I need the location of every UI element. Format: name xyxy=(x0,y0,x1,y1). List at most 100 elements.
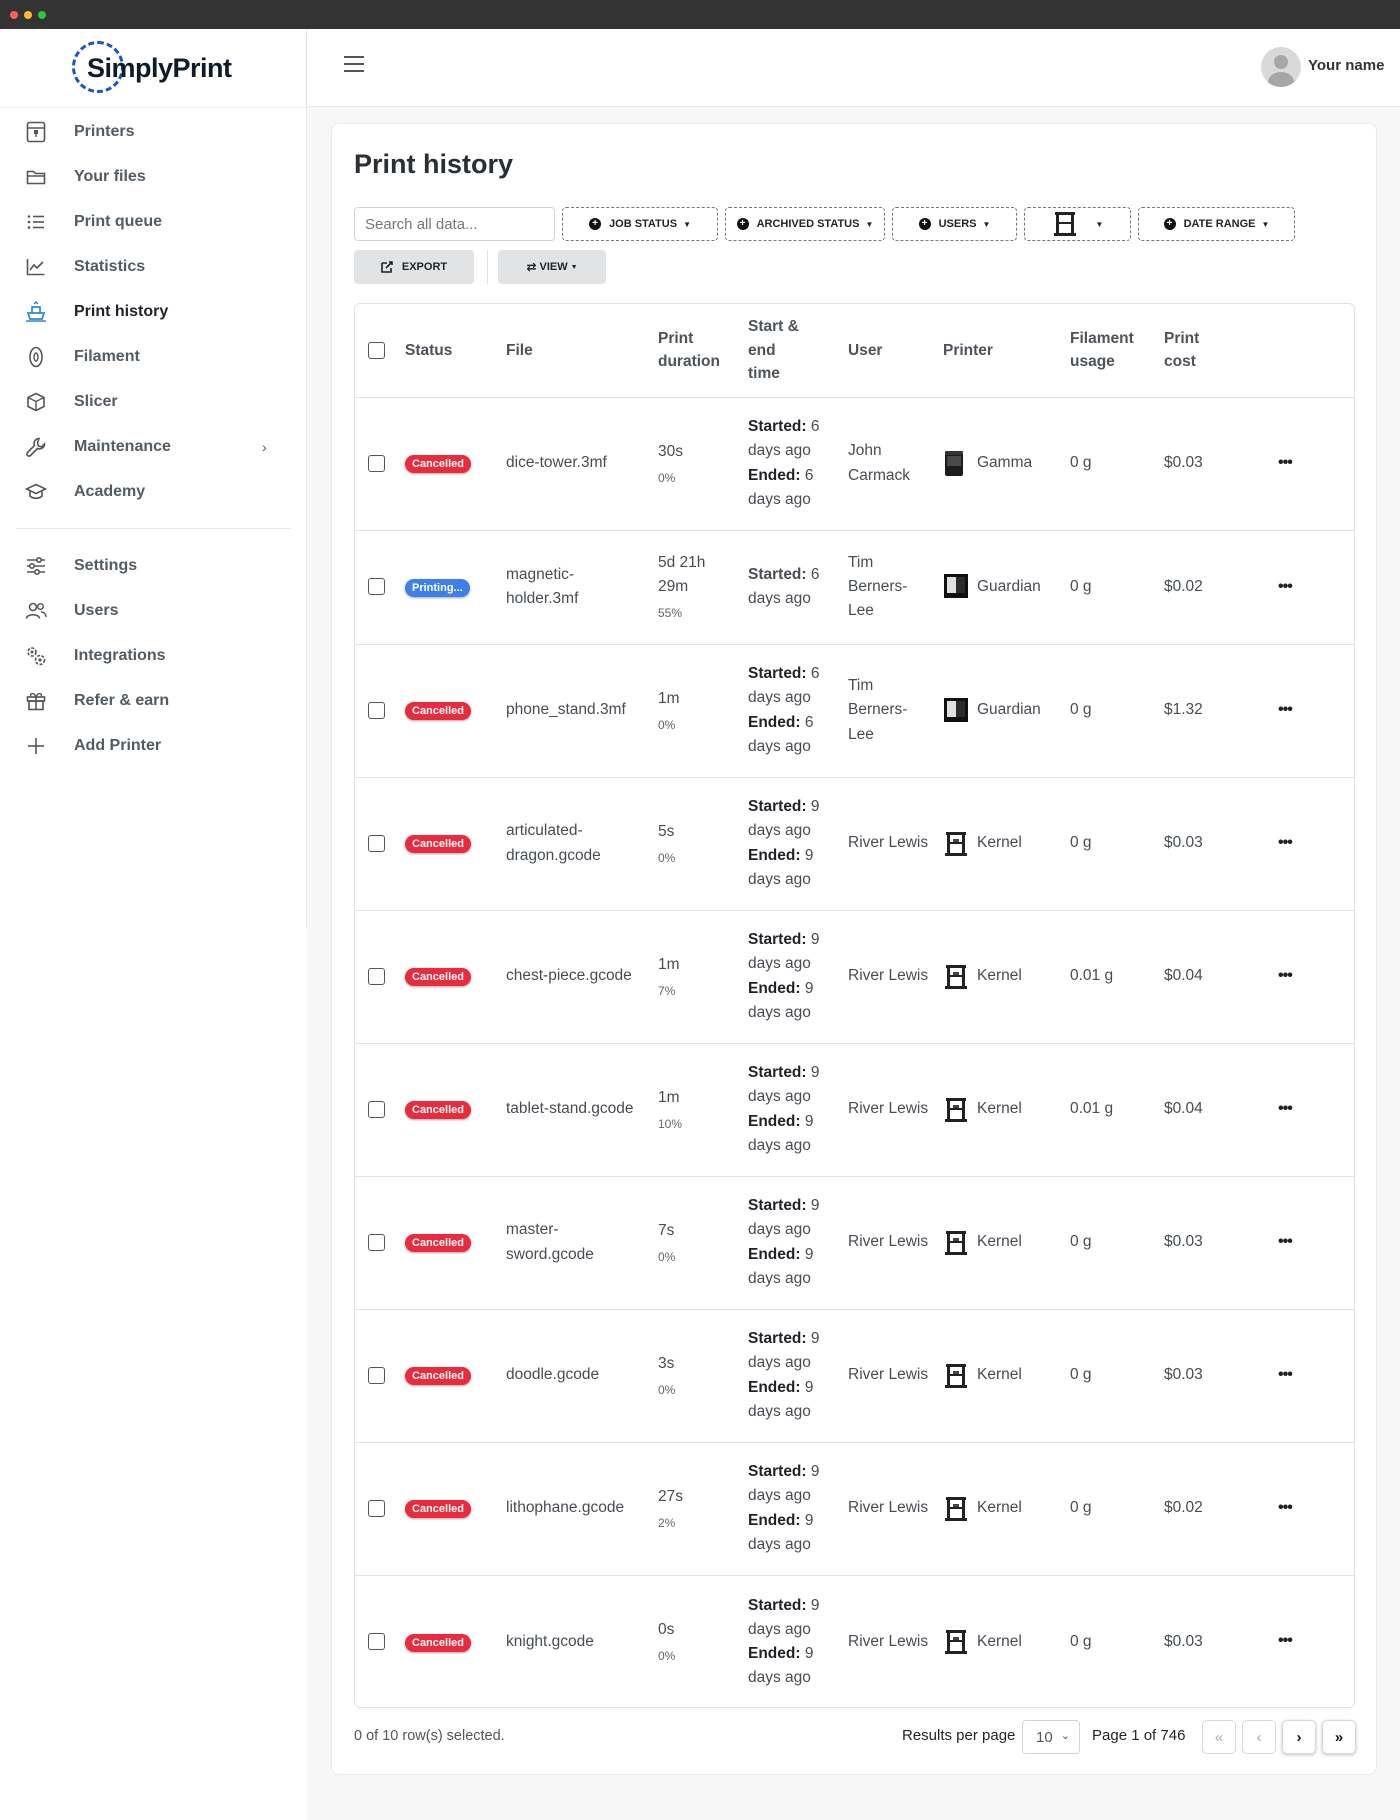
table-row[interactable]: Printing... magnetic-holder.3mf 5d 21h 2… xyxy=(355,530,1354,645)
print-duration: 30s xyxy=(658,442,683,460)
column-header-print-cost[interactable]: Print cost xyxy=(1164,304,1242,398)
started-label: Started: xyxy=(748,1463,807,1481)
file-name[interactable]: doodle.gcode xyxy=(506,1366,599,1383)
table-row[interactable]: Cancelled tablet-stand.gcode 1m 10% Start… xyxy=(355,1043,1354,1177)
more-actions-icon[interactable]: ••• xyxy=(1278,1100,1293,1117)
more-actions-icon[interactable]: ••• xyxy=(1278,834,1293,851)
printer-name[interactable]: Kernel xyxy=(977,1363,1022,1387)
sidebar-item-printers[interactable]: Printers xyxy=(0,109,307,154)
hamburger-menu-icon[interactable] xyxy=(344,56,364,74)
table-row[interactable]: Cancelled dice-tower.3mf 30s 0% Started: … xyxy=(355,397,1354,531)
sidebar-item-refer-earn[interactable]: Refer & earn xyxy=(0,678,307,723)
minimize-window-dot[interactable] xyxy=(24,11,32,19)
select-all-checkbox[interactable] xyxy=(368,342,385,360)
first-page-button[interactable]: « xyxy=(1202,1720,1236,1754)
file-name[interactable]: chest-piece.gcode xyxy=(506,967,632,984)
more-actions-icon[interactable]: ••• xyxy=(1278,578,1293,595)
row-checkbox[interactable] xyxy=(368,454,385,472)
column-header-print-duration[interactable]: Print duration xyxy=(658,304,748,398)
printer-name[interactable]: Kernel xyxy=(977,1230,1022,1254)
sidebar-item-academy[interactable]: Academy xyxy=(0,469,307,514)
column-header-user[interactable]: User xyxy=(848,304,943,398)
next-page-button[interactable]: › xyxy=(1282,1720,1316,1754)
sidebar-item-users[interactable]: Users xyxy=(0,588,307,633)
results-per-page-select[interactable]: 10 ⌄ xyxy=(1022,1720,1080,1754)
view-button[interactable]: ⇄ VIEW ▼ xyxy=(498,250,606,284)
printer-name[interactable]: Kernel xyxy=(977,1630,1022,1654)
printer-name[interactable]: Gamma xyxy=(977,451,1032,475)
sidebar-item-filament[interactable]: Filament xyxy=(0,334,307,379)
file-name[interactable]: knight.gcode xyxy=(506,1633,594,1650)
file-name[interactable]: tablet-stand.gcode xyxy=(506,1100,634,1117)
row-checkbox[interactable] xyxy=(368,1366,385,1384)
started-label: Started: xyxy=(748,665,807,683)
row-checkbox[interactable] xyxy=(368,967,385,985)
file-name[interactable]: lithophane.gcode xyxy=(506,1499,624,1516)
more-actions-icon[interactable]: ••• xyxy=(1278,1632,1293,1649)
file-name[interactable]: phone_stand.3mf xyxy=(506,701,626,718)
sidebar-item-statistics[interactable]: Statistics xyxy=(0,244,307,289)
table-row[interactable]: Cancelled lithophane.gcode 27s 2% Started… xyxy=(355,1442,1354,1576)
row-checkbox[interactable] xyxy=(368,578,385,596)
column-header-printer[interactable]: Printer xyxy=(943,304,1070,398)
search-input[interactable] xyxy=(354,207,555,241)
sidebar-item-print-queue[interactable]: Print queue xyxy=(0,199,307,244)
started-label: Started: xyxy=(748,798,807,816)
column-header-start-end-time[interactable]: Start & end time xyxy=(748,304,848,398)
users-filter[interactable]: + USERS ▼ xyxy=(892,207,1017,241)
row-checkbox[interactable] xyxy=(368,701,385,719)
file-name[interactable]: magnetic-holder.3mf xyxy=(506,566,578,607)
printer-filter[interactable]: ▼ xyxy=(1024,207,1131,241)
printer-name[interactable]: Kernel xyxy=(977,1496,1022,1520)
status-badge: Cancelled xyxy=(405,1633,471,1652)
column-header-status[interactable]: Status xyxy=(405,304,506,398)
sidebar-item-maintenance[interactable]: Maintenance › xyxy=(0,424,307,469)
printer-name[interactable]: Kernel xyxy=(977,831,1022,855)
sidebar-item-settings[interactable]: Settings xyxy=(0,543,307,588)
row-checkbox[interactable] xyxy=(368,1100,385,1118)
table-row[interactable]: Cancelled articulated-dragon.gcode 5s 0% … xyxy=(355,777,1354,911)
archived-status-filter[interactable]: + ARCHIVED STATUS ▼ xyxy=(725,207,885,241)
printer-name[interactable]: Kernel xyxy=(977,964,1022,988)
row-checkbox[interactable] xyxy=(368,1499,385,1517)
file-name[interactable]: articulated-dragon.gcode xyxy=(506,822,601,863)
close-window-dot[interactable] xyxy=(10,11,18,19)
row-checkbox[interactable] xyxy=(368,1233,385,1251)
brand-logo[interactable]: SimplyPrint xyxy=(72,41,232,93)
more-actions-icon[interactable]: ••• xyxy=(1278,1233,1293,1250)
sidebar-item-add-printer[interactable]: Add Printer xyxy=(0,723,307,768)
table-row[interactable]: Cancelled doodle.gcode 3s 0% Started: 9 d… xyxy=(355,1309,1354,1443)
sidebar-item-slicer[interactable]: Slicer xyxy=(0,379,307,424)
last-page-button[interactable]: » xyxy=(1322,1720,1356,1754)
sidebar-item-your-files[interactable]: Your files xyxy=(0,154,307,199)
printer-name[interactable]: Guardian xyxy=(977,698,1041,722)
table-row[interactable]: Cancelled knight.gcode 0s 0% Started: 9 d… xyxy=(355,1575,1354,1707)
avatar[interactable] xyxy=(1261,47,1301,87)
more-actions-icon[interactable]: ••• xyxy=(1278,967,1293,984)
file-name[interactable]: master-sword.gcode xyxy=(506,1221,594,1262)
table-row[interactable]: Cancelled master-sword.gcode 7s 0% Starte… xyxy=(355,1176,1354,1310)
date-range-filter[interactable]: + DATE RANGE ▼ xyxy=(1138,207,1295,241)
sidebar-item-integrations[interactable]: Integrations xyxy=(0,633,307,678)
sidebar-nav: Printers Your files Print queue Statistics P… xyxy=(0,109,307,768)
job-status-filter[interactable]: + JOB STATUS ▼ xyxy=(562,207,718,241)
row-checkbox[interactable] xyxy=(368,1633,385,1651)
more-actions-icon[interactable]: ••• xyxy=(1278,454,1293,471)
file-name[interactable]: dice-tower.3mf xyxy=(506,454,607,471)
table-row[interactable]: Cancelled phone_stand.3mf 1m 0% Started: … xyxy=(355,644,1354,778)
column-header-filament-usage[interactable]: Filament usage xyxy=(1070,304,1164,398)
more-actions-icon[interactable]: ••• xyxy=(1278,1499,1293,1516)
more-actions-icon[interactable]: ••• xyxy=(1278,1366,1293,1383)
previous-page-button[interactable]: ‹ xyxy=(1242,1720,1276,1754)
column-header-file[interactable]: File xyxy=(506,304,658,398)
export-button[interactable]: EXPORT xyxy=(354,250,474,284)
row-checkbox[interactable] xyxy=(368,834,385,852)
printer-name[interactable]: Kernel xyxy=(977,1097,1022,1121)
users-filter-label: USERS xyxy=(938,218,977,230)
user-name[interactable]: Your name xyxy=(1308,57,1384,74)
more-actions-icon[interactable]: ••• xyxy=(1278,701,1293,718)
table-row[interactable]: Cancelled chest-piece.gcode 1m 7% Started… xyxy=(355,910,1354,1044)
maximize-window-dot[interactable] xyxy=(38,11,46,19)
sidebar-item-print-history[interactable]: Print history xyxy=(0,289,307,334)
printer-name[interactable]: Guardian xyxy=(977,575,1041,599)
